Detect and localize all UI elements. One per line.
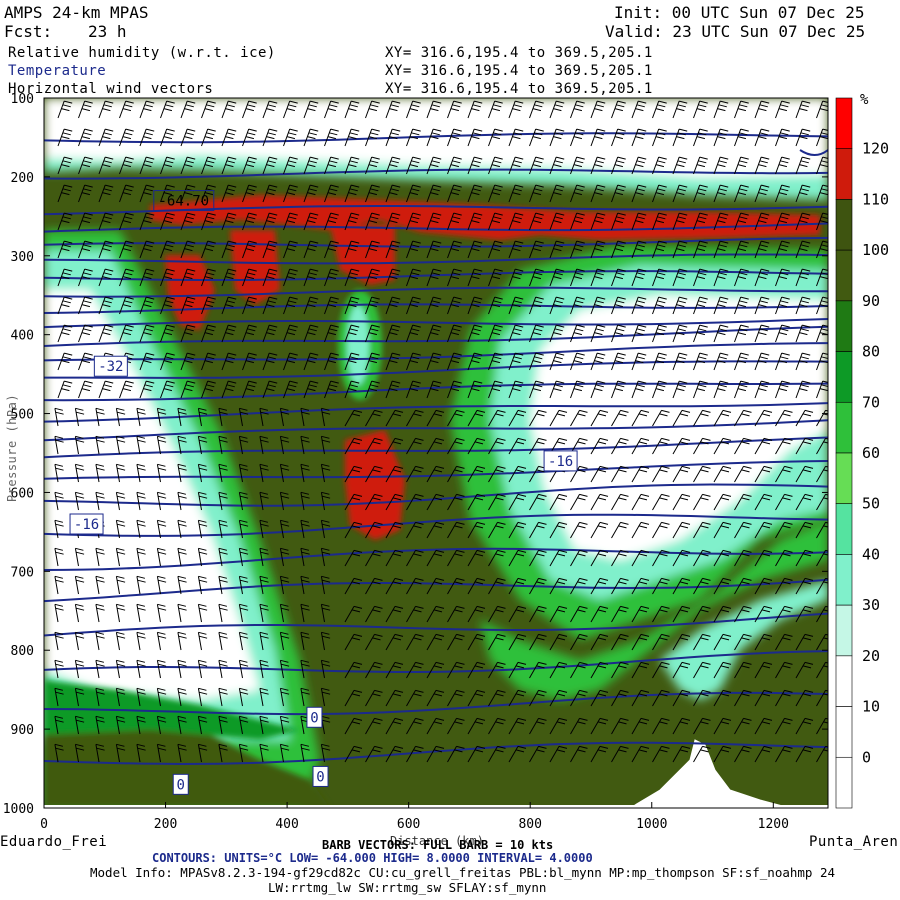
contour-label: -32 <box>98 359 123 375</box>
colorbar-swatch <box>835 97 853 150</box>
colorbar-label: 30 <box>862 596 880 614</box>
colorbar-swatch <box>835 249 853 302</box>
y-tick-label: 900 <box>11 723 34 738</box>
colorbar-swatch <box>835 706 853 758</box>
x-endpoint-right: Punta_Aren <box>809 834 899 850</box>
x-tick-label: 1200 <box>758 817 789 832</box>
colorbar-swatch <box>835 148 853 200</box>
colorbar-label: 110 <box>862 190 889 208</box>
x-endpoint-left: Eduardo_Frei <box>0 834 108 850</box>
colorbar-swatch <box>835 351 853 403</box>
colorbar-label: 100 <box>862 241 889 259</box>
contour-label: 0 <box>177 777 185 793</box>
colorbar-swatch <box>835 756 853 809</box>
barb-legend: BARB VECTORS: FULL BARB = 10 kts <box>322 838 554 852</box>
colorbar-label: 80 <box>862 343 880 361</box>
colorbar-swatch <box>835 452 853 505</box>
x-tick-label: 600 <box>397 817 420 832</box>
y-tick-label: 300 <box>11 250 34 265</box>
colorbar-label: 90 <box>862 292 880 310</box>
colorbar-label: 120 <box>862 140 889 158</box>
colorbar-unit: % <box>860 92 869 108</box>
contour-label: -16 <box>74 517 99 533</box>
colorbar-label: 20 <box>862 647 880 665</box>
model-info: Model Info: MPASv8.2.3-194-gf29cd82c CU:… <box>90 865 836 880</box>
colorbar-label: 50 <box>862 495 880 513</box>
colorbar-swatch <box>835 503 853 555</box>
x-tick-label: 400 <box>275 817 298 832</box>
contour-label: -16 <box>548 454 573 470</box>
contour-info: CONTOURS: UNITS=°C LOW= -64.000 HIGH= 8.… <box>152 851 593 865</box>
model-info-line2: LW:rrtmg_lw SW:rrtmg_sw SFLAY:sf_mynn <box>268 880 547 895</box>
x-tick-label: 200 <box>154 817 177 832</box>
colorbar-label: 60 <box>862 444 880 462</box>
y-tick-label: 200 <box>11 171 34 186</box>
y-tick-label: 800 <box>11 644 34 659</box>
colorbar-swatch <box>835 199 853 251</box>
y-tick-label: 100 <box>11 92 34 107</box>
y-tick-label: 700 <box>11 565 34 580</box>
colorbar-label: 40 <box>862 545 880 563</box>
x-tick-label: 800 <box>518 817 541 832</box>
contour-label: 0 <box>316 769 324 785</box>
x-tick-label: 0 <box>40 817 48 832</box>
colorbar-label: 10 <box>862 698 880 716</box>
colorbar-swatch <box>835 655 853 707</box>
colorbar-label: 0 <box>862 748 871 766</box>
colorbar-swatch <box>835 604 853 657</box>
colorbar-swatch <box>835 554 853 606</box>
x-tick-label: 1000 <box>636 817 667 832</box>
colorbar-swatch <box>835 300 853 352</box>
cross-section-chart: -64.70-32-16-16000 100200300400500600700… <box>3 92 889 832</box>
colorbar-label: 70 <box>862 393 880 411</box>
y-tick-label: 1000 <box>3 802 34 817</box>
colorbar-swatch <box>835 401 853 454</box>
y-axis-label: Pressure (hPa) <box>5 393 20 503</box>
y-tick-label: 400 <box>11 329 34 344</box>
contour-label: -64.70 <box>158 194 209 210</box>
rh-field: -64.70 -32 -16 -16 0 0 0 <box>44 98 828 808</box>
colorbar: 1201101009080706050403020100% <box>835 92 889 809</box>
contour-label: 0 <box>310 710 318 726</box>
